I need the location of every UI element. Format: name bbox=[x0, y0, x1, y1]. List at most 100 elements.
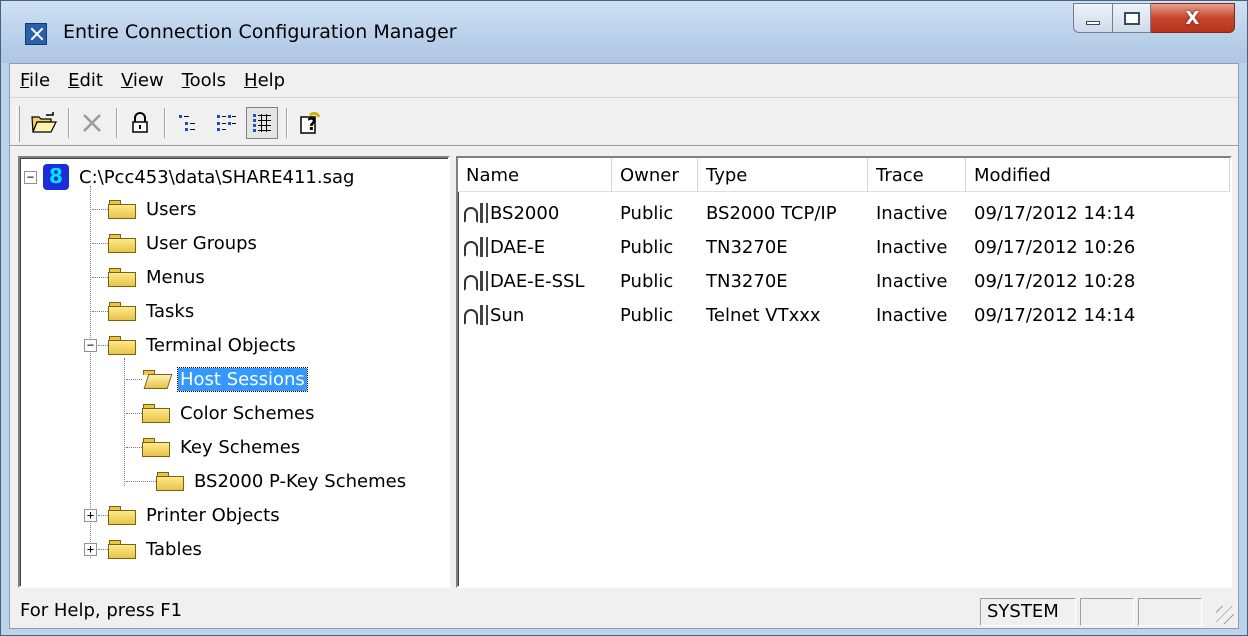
tree-connector bbox=[98, 515, 108, 516]
column-header-name[interactable]: Name bbox=[458, 158, 612, 192]
folder-icon bbox=[156, 471, 184, 491]
menu-bar: File Edit View Tools Help bbox=[10, 64, 1238, 98]
tree-item-color-schemes[interactable]: Color Schemes bbox=[142, 398, 317, 428]
column-header-owner[interactable]: Owner bbox=[612, 158, 698, 192]
table-row[interactable]: DAE-E-SSL Public TN3270E Inactive 09/17/… bbox=[458, 264, 1230, 298]
cell-trace: Inactive bbox=[876, 270, 948, 292]
folder-icon bbox=[108, 233, 136, 253]
menu-view[interactable]: View bbox=[121, 68, 164, 93]
tree-item-tasks[interactable]: Tasks bbox=[108, 296, 196, 326]
cell-trace: Inactive bbox=[876, 202, 948, 224]
column-header-trace[interactable]: Trace bbox=[868, 158, 966, 192]
maximize-icon bbox=[1123, 11, 1140, 25]
tree-item-menus[interactable]: Menus bbox=[108, 262, 207, 292]
session-name: BS2000 bbox=[490, 202, 560, 224]
tree-item-host-sessions[interactable]: Host Sessions bbox=[142, 364, 308, 394]
maximize-button[interactable] bbox=[1113, 3, 1151, 33]
folder-icon bbox=[108, 199, 136, 219]
folder-icon bbox=[108, 301, 136, 321]
tree-item-label: BS2000 P-Key Schemes bbox=[194, 470, 407, 492]
collapse-icon[interactable]: − bbox=[24, 170, 37, 184]
cell-trace: Inactive bbox=[876, 304, 948, 326]
minimize-button[interactable] bbox=[1073, 3, 1113, 33]
menu-file[interactable]: File bbox=[20, 68, 50, 93]
tree-item-user-groups[interactable]: User Groups bbox=[108, 228, 259, 258]
cell-owner: Public bbox=[620, 304, 674, 326]
cell-modified: 09/17/2012 10:26 bbox=[974, 236, 1136, 258]
window-title: Entire Connection Configuration Manager bbox=[63, 21, 457, 43]
status-user: SYSTEM bbox=[980, 598, 1076, 626]
tree-connector bbox=[92, 209, 108, 210]
help-button[interactable]: ? bbox=[294, 107, 326, 139]
expand-icon[interactable]: + bbox=[84, 509, 97, 522]
toolbar-separator bbox=[286, 108, 288, 138]
tree-connector bbox=[92, 243, 108, 244]
table-view-icon bbox=[253, 114, 271, 132]
close-icon: X bbox=[1185, 7, 1200, 29]
menu-tools-label: Tools bbox=[181, 70, 227, 91]
tree-connector bbox=[126, 413, 142, 414]
cell-name: DAE-E bbox=[458, 235, 612, 259]
menu-file-label: File bbox=[20, 70, 51, 91]
tree-item-label: Users bbox=[146, 198, 197, 220]
folder-icon bbox=[142, 437, 170, 457]
delete-icon bbox=[83, 114, 101, 132]
title-bar[interactable]: Entire Connection Configuration Manager … bbox=[1, 1, 1247, 63]
cell-modified: 09/17/2012 14:14 bbox=[974, 304, 1136, 326]
tree-item-tables[interactable]: Tables bbox=[108, 534, 204, 564]
app-window: Entire Connection Configuration Manager … bbox=[0, 0, 1248, 636]
session-name: DAE-E-SSL bbox=[490, 270, 585, 292]
table-view-button[interactable] bbox=[246, 107, 278, 139]
column-header-type[interactable]: Type bbox=[698, 158, 868, 192]
table-row[interactable]: DAE-E Public TN3270E Inactive 09/17/2012… bbox=[458, 230, 1230, 264]
open-button[interactable] bbox=[28, 107, 60, 139]
open-folder-icon bbox=[142, 369, 173, 389]
table-row[interactable]: BS2000 Public BS2000 TCP/IP Inactive 09/… bbox=[458, 196, 1230, 230]
host-session-icon bbox=[462, 269, 490, 293]
list-view[interactable]: Name Owner Type Trace Modified BS2000 Pu… bbox=[456, 156, 1232, 588]
tree-item-users[interactable]: Users bbox=[108, 194, 198, 224]
cell-type: BS2000 TCP/IP bbox=[706, 202, 837, 224]
close-button[interactable]: X bbox=[1151, 3, 1235, 33]
tree-item-label: Printer Objects bbox=[146, 504, 280, 526]
details-view-button[interactable] bbox=[210, 107, 242, 139]
session-name: Sun bbox=[490, 304, 525, 326]
delete-button[interactable] bbox=[76, 107, 108, 139]
folder-icon bbox=[142, 403, 170, 423]
table-row[interactable]: Sun Public Telnet VTxxx Inactive 09/17/2… bbox=[458, 298, 1230, 332]
database-icon bbox=[43, 164, 69, 190]
app-icon[interactable] bbox=[25, 23, 47, 45]
lock-button[interactable] bbox=[124, 107, 156, 139]
tree-item-key-schemes[interactable]: Key Schemes bbox=[142, 432, 302, 462]
help-icon: ? bbox=[300, 111, 321, 135]
folder-icon bbox=[108, 267, 136, 287]
expand-icon[interactable]: + bbox=[84, 543, 97, 556]
tree-connector bbox=[124, 358, 125, 486]
column-header-modified[interactable]: Modified bbox=[966, 158, 1230, 192]
tree-view[interactable]: − C:\Pcc453\data\SHARE411.sag Users User… bbox=[18, 156, 450, 588]
list-header: Name Owner Type Trace Modified bbox=[458, 158, 1230, 192]
menu-tools[interactable]: Tools bbox=[182, 68, 226, 93]
tree-item-bs2000-p-key-schemes[interactable]: BS2000 P-Key Schemes bbox=[156, 466, 408, 496]
cell-trace: Inactive bbox=[876, 236, 948, 258]
status-help-text: For Help, press F1 bbox=[20, 600, 183, 621]
collapse-icon[interactable]: − bbox=[84, 339, 97, 352]
menu-help[interactable]: Help bbox=[244, 68, 285, 93]
host-session-icon bbox=[462, 201, 490, 225]
cell-type: Telnet VTxxx bbox=[706, 304, 821, 326]
toolbar-separator bbox=[164, 108, 166, 138]
cell-name: Sun bbox=[458, 303, 612, 327]
session-name: DAE-E bbox=[490, 236, 546, 258]
list-view-icon bbox=[179, 115, 195, 131]
tree-item-root[interactable]: − C:\Pcc453\data\SHARE411.sag bbox=[24, 162, 356, 192]
resize-grip-icon[interactable] bbox=[1216, 606, 1234, 624]
tree-item-terminal-objects[interactable]: Terminal Objects bbox=[108, 330, 298, 360]
open-folder-icon bbox=[31, 112, 57, 133]
list-view-button[interactable] bbox=[172, 107, 204, 139]
client-area: File Edit View Tools Help ? − 8 C:\Pcc45… bbox=[9, 63, 1239, 629]
toolbar-grip[interactable] bbox=[16, 106, 20, 142]
tree-item-printer-objects[interactable]: Printer Objects bbox=[108, 500, 282, 530]
toolbar-separator bbox=[116, 108, 118, 138]
menu-edit[interactable]: Edit bbox=[68, 68, 103, 93]
tree-connector bbox=[98, 345, 108, 346]
